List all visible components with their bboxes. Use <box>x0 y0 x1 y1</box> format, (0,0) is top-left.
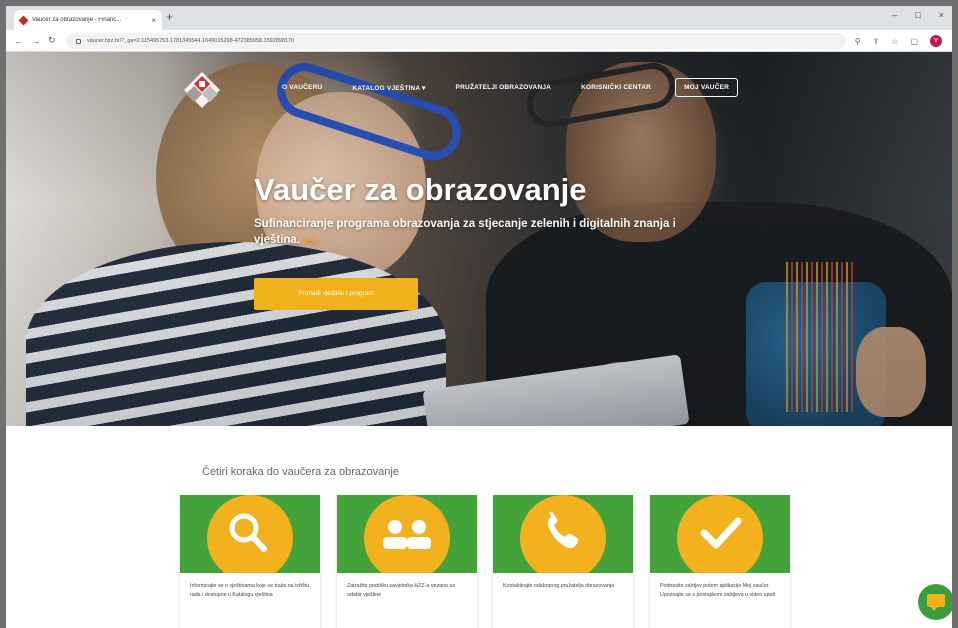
close-window-button[interactable]: × <box>939 10 944 20</box>
users-icon <box>383 520 431 549</box>
moj-vaucer-button[interactable]: MOJ VAUČER <box>675 78 739 97</box>
window-controls: – □ × <box>892 10 944 20</box>
new-tab-button[interactable]: + <box>166 10 173 24</box>
step-card-4-header <box>650 495 790 573</box>
minimize-button[interactable]: – <box>892 10 897 20</box>
nav-o-vauceru[interactable]: O VAUČERU <box>282 84 322 91</box>
step-card-4-text: Podnesite zahtjev putem aplikacije Moj v… <box>660 583 776 598</box>
step-card-4[interactable]: Podnesite zahtjev putem aplikacije Moj v… <box>650 495 790 628</box>
site-logo-icon[interactable] <box>182 70 222 110</box>
phone-icon <box>547 511 579 549</box>
back-icon[interactable]: ← <box>14 36 23 46</box>
main-nav: O VAUČERU KATALOG VJEŠTINA ▾ PRUŽATELJI … <box>282 78 739 97</box>
share-icon[interactable]: ⇪ <box>873 37 880 46</box>
step-card-2-text: Zatražite podršku savjetnika HZZ-a vezan… <box>347 583 456 598</box>
tab-close-icon[interactable]: × <box>151 16 156 25</box>
step-card-3-text: Kontaktirajte odabranog pružatelja obraz… <box>503 583 615 589</box>
nav-pruzatelji-obrazovanja[interactable]: PRUŽATELJI OBRAZOVANJA <box>456 84 552 91</box>
more-link[interactable]: Više › <box>303 238 321 245</box>
step-card-1[interactable]: Informirajte se o vještinama koje se tra… <box>180 495 320 628</box>
address-bar-row: ← → ↻ vaucer.hzz.hr/?_ga=2.115495753.178… <box>6 30 952 52</box>
steps-heading: Četiri koraka do vaučera za obrazovanje <box>202 466 399 478</box>
url-field[interactable]: vaucer.hzz.hr/?_ga=2.115495753.178134554… <box>66 33 846 49</box>
site-favicon-icon <box>18 15 29 25</box>
reload-icon[interactable]: ↻ <box>48 35 56 46</box>
search-icon <box>229 513 267 552</box>
zoom-icon[interactable]: ⚲ <box>855 37 861 46</box>
nav-korisnicki-centar[interactable]: KORISNIČKI CENTAR <box>581 84 651 91</box>
hero-subtitle: Sufinanciranje programa obrazovanja za s… <box>254 216 714 250</box>
browser-tab[interactable]: Vaučer za obrazovanje - Financ... × <box>14 10 162 30</box>
lock-icon <box>76 38 81 44</box>
step-card-3-header <box>493 495 633 573</box>
find-skill-button[interactable]: Pronađi vještinu i program <box>254 278 418 310</box>
toolbar-icons: ⚲ ⇪ ☆ ▢ v <box>855 35 942 47</box>
chat-icon <box>927 594 945 611</box>
steps-cards: Informirajte se o vještinama koje se tra… <box>180 495 790 628</box>
url-text: vaucer.hzz.hr/?_ga=2.115495753.178134554… <box>87 38 295 44</box>
step-card-3[interactable]: Kontaktirajte odabranog pružatelja obraz… <box>493 495 633 628</box>
chat-widget-button[interactable] <box>918 584 952 620</box>
nav-katalog-vjestina[interactable]: KATALOG VJEŠTINA ▾ <box>352 84 425 92</box>
bookmark-star-icon[interactable]: ☆ <box>891 37 898 46</box>
browser-window: Vaučer za obrazovanje - Financ... × + – … <box>6 6 952 628</box>
maximize-button[interactable]: □ <box>915 10 920 20</box>
step-card-2[interactable]: Zatražite podršku savjetnika HZZ-a vezan… <box>337 495 477 628</box>
step-card-1-text: Informirajte se o vještinama koje se tra… <box>190 583 310 598</box>
step-card-1-header <box>180 495 320 573</box>
hero-banner: O VAUČERU KATALOG VJEŠTINA ▾ PRUŽATELJI … <box>6 52 952 426</box>
tab-bar: Vaučer za obrazovanje - Financ... × + – … <box>6 6 952 30</box>
profile-avatar[interactable]: v <box>930 35 942 47</box>
check-icon <box>700 517 742 549</box>
sidebar-icon[interactable]: ▢ <box>910 37 918 46</box>
tab-title: Vaučer za obrazovanje - Financ... <box>32 17 122 23</box>
hero-title: Vaučer za obrazovanje <box>254 172 587 207</box>
step-card-2-header <box>337 495 477 573</box>
forward-icon[interactable]: → <box>31 36 40 46</box>
